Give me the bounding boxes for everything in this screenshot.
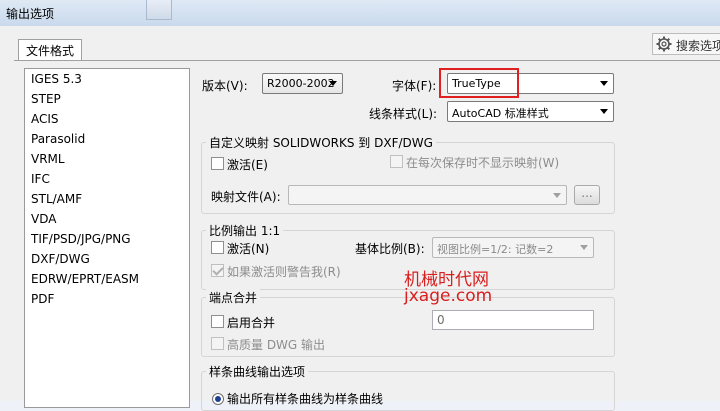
window-control-button[interactable] — [146, 0, 172, 20]
chevron-down-icon — [553, 193, 561, 198]
version-select[interactable]: R2000-2002 — [262, 73, 343, 94]
linestyle-select[interactable]: AutoCAD 标准样式 — [447, 101, 614, 122]
tab-file-format[interactable]: 文件格式 — [18, 39, 82, 61]
tab-panel-border — [14, 60, 720, 61]
base-scale-value: 视图比例=1/2: 记数=2 — [437, 243, 554, 256]
spline-as-spline-label: 输出所有样条曲线为样条曲线 — [227, 392, 384, 406]
version-value: R2000-2002 — [267, 77, 335, 90]
chevron-down-icon — [600, 81, 608, 86]
chevron-down-icon — [600, 109, 608, 114]
endpoint-merge-title: 端点合并 — [206, 289, 261, 306]
chevron-down-icon — [580, 245, 588, 250]
spline-output-title: 样条曲线输出选项 — [206, 363, 309, 380]
list-item[interactable]: IFC — [31, 172, 50, 186]
spline-as-spline-radio[interactable] — [212, 393, 224, 405]
linestyle-value: AutoCAD 标准样式 — [452, 107, 549, 120]
list-item[interactable]: IGES 5.3 — [31, 72, 82, 86]
activate-scale-checkbox[interactable] — [211, 241, 224, 254]
dont-show-mapping-checkbox[interactable] — [390, 155, 403, 168]
dialog-body: 文件格式 搜索选项 IGES 5.3 STEP ACIS Parasolid V… — [0, 26, 720, 411]
list-item[interactable]: VDA — [31, 212, 56, 226]
warn-if-active-label: 如果激活则警告我(R) — [227, 265, 341, 279]
list-item[interactable]: STEP — [31, 92, 61, 106]
chevron-down-icon — [329, 81, 337, 86]
version-label: 版本(V): — [202, 79, 248, 93]
format-list[interactable]: IGES 5.3 STEP ACIS Parasolid VRML IFC ST… — [24, 68, 190, 408]
warn-if-active-checkbox[interactable] — [211, 264, 224, 277]
enable-merge-label: 启用合并 — [227, 316, 276, 330]
high-quality-dwg-checkbox[interactable] — [211, 337, 224, 350]
base-scale-select[interactable]: 视图比例=1/2: 记数=2 — [432, 237, 594, 258]
activate-scale-label: 激活(N) — [227, 242, 270, 256]
merge-tolerance-value: 0 — [437, 313, 445, 327]
list-item[interactable]: DXF/DWG — [31, 252, 90, 266]
linestyle-label: 线条样式(L): — [369, 107, 438, 121]
merge-tolerance-input[interactable]: 0 — [432, 310, 594, 330]
list-item[interactable]: TIF/PSD/JPG/PNG — [31, 232, 131, 246]
activate-mapping-checkbox[interactable] — [211, 157, 224, 170]
list-item[interactable]: Parasolid — [31, 132, 85, 146]
map-file-label: 映射文件(A): — [211, 190, 281, 204]
list-item[interactable]: EDRW/EPRT/EASM — [31, 272, 139, 286]
watermark-line2: jxage.com — [404, 286, 493, 306]
list-item[interactable]: STL/AMF — [31, 192, 82, 206]
map-file-select[interactable] — [288, 185, 567, 205]
browse-map-file-button[interactable]: ... — [574, 185, 600, 205]
activate-mapping-label: 激活(E) — [227, 158, 268, 172]
search-options-label[interactable]: 搜索选项 — [676, 37, 720, 54]
list-item[interactable]: VRML — [31, 152, 65, 166]
scale-output-title: 比例输出 1:1 — [206, 222, 284, 239]
window-title: 输出选项 — [6, 7, 55, 21]
font-label: 字体(F): — [392, 79, 437, 93]
base-scale-label: 基体比例(B): — [355, 242, 425, 256]
gear-icon[interactable] — [656, 36, 672, 52]
title-bar: 输出选项 — [0, 0, 720, 26]
list-item[interactable]: PDF — [31, 292, 54, 306]
font-highlight-box — [439, 68, 519, 98]
custom-mapping-title: 自定义映射 SOLIDWORKS 到 DXF/DWG — [206, 134, 436, 151]
enable-merge-checkbox[interactable] — [211, 315, 224, 328]
high-quality-dwg-label: 高质量 DWG 输出 — [227, 338, 326, 352]
dont-show-mapping-label: 在每次保存时不显示映射(W) — [406, 156, 560, 170]
list-item[interactable]: ACIS — [31, 112, 59, 126]
